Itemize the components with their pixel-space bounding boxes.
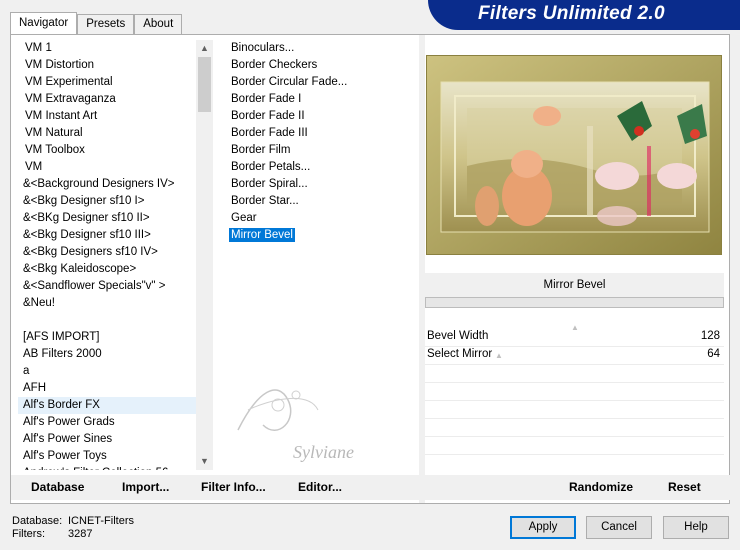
category-item[interactable]: &<Background Designers IV>	[18, 176, 196, 193]
filter-item[interactable]: Mirror Bevel	[226, 227, 416, 244]
category-item[interactable]: Alf's Power Grads	[18, 414, 196, 431]
category-item[interactable]: &<Bkg Kaleidoscope>	[18, 261, 196, 278]
category-item[interactable]: VM Experimental	[18, 74, 196, 91]
filter-item[interactable]: Border Circular Fade...	[226, 74, 416, 91]
filter-item[interactable]: Border Checkers	[226, 57, 416, 74]
progress-bar	[425, 297, 724, 308]
status-filters: Filters: 3287	[12, 528, 92, 540]
status-filters-label: Filters:	[12, 528, 45, 540]
category-item[interactable]: VM	[18, 159, 196, 176]
filter-item-label: Border Fade II	[231, 110, 305, 122]
filter-item[interactable]: Border Fade III	[226, 125, 416, 142]
selected-filter-name: Mirror Bevel	[425, 273, 724, 297]
filter-item-label: Mirror Bevel	[229, 228, 295, 242]
panel-separator	[419, 35, 425, 503]
category-item[interactable]: Andrew's Filter Collection 56	[18, 465, 196, 470]
param-divider	[425, 418, 724, 419]
filter-item-label: Border Circular Fade...	[231, 76, 348, 88]
param-label: Bevel Width	[427, 330, 489, 342]
category-item[interactable]	[18, 312, 196, 329]
category-item[interactable]: AFH	[18, 380, 196, 397]
param-divider	[425, 454, 724, 455]
scroll-down-arrow-icon[interactable]: ▼	[196, 453, 213, 470]
category-item[interactable]: VM Distortion	[18, 57, 196, 74]
category-item[interactable]: VM Extravaganza	[18, 91, 196, 108]
param-divider	[425, 382, 724, 383]
status-filters-value: 3287	[68, 528, 93, 540]
status-database-value: ICNET-Filters	[68, 515, 134, 527]
watermark-signature: Sylviane	[218, 370, 378, 470]
category-item[interactable]: Alf's Power Sines	[18, 431, 196, 448]
category-item[interactable]: VM Natural	[18, 125, 196, 142]
slider-marker-icon[interactable]: ▲	[495, 351, 503, 360]
filter-item[interactable]: Border Petals...	[226, 159, 416, 176]
category-list[interactable]: VM 1 VM Distortion VM Experimental VM Extra…	[18, 40, 196, 470]
app-title-banner: Filters Unlimited 2.0	[428, 0, 740, 30]
param-label: Select Mirror	[427, 348, 493, 360]
tab-navigator[interactable]: Navigator	[10, 12, 78, 34]
param-divider	[425, 364, 724, 365]
category-item[interactable]: [AFS IMPORT]	[18, 329, 196, 346]
filter-item[interactable]: Gear	[226, 210, 416, 227]
category-item[interactable]: a	[18, 363, 196, 380]
category-item[interactable]: &<Bkg Designer sf10 III>	[18, 227, 196, 244]
category-item[interactable]: VM 1	[18, 40, 196, 57]
filter-item-label: Border Checkers	[231, 59, 318, 71]
filter-item-label: Border Spiral...	[231, 178, 308, 190]
category-item[interactable]: &<Bkg Designers sf10 IV>	[18, 244, 196, 261]
category-item[interactable]: VM Instant Art	[18, 108, 196, 125]
randomize-button[interactable]: Randomize	[569, 475, 633, 500]
filter-preview-image	[426, 55, 722, 255]
filter-item[interactable]: Border Fade I	[226, 91, 416, 108]
filter-item[interactable]: Binoculars...	[226, 40, 416, 57]
filter-item-label: Border Star...	[231, 195, 299, 207]
filter-item-label: Binoculars...	[231, 42, 295, 54]
param-divider	[425, 400, 724, 401]
svg-text:Sylviane: Sylviane	[293, 442, 354, 462]
database-button[interactable]: Database	[31, 475, 84, 500]
param-divider	[425, 436, 724, 437]
import-button[interactable]: Import...	[122, 475, 169, 500]
slider-marker-icon[interactable]: ▲	[571, 323, 579, 332]
tab-about[interactable]: About	[134, 14, 183, 34]
filter-item-label: Border Petals...	[231, 161, 311, 173]
tab-presets[interactable]: Presets	[77, 14, 135, 34]
filter-item-label: Border Fade III	[231, 127, 308, 139]
filter-item[interactable]: Border Film	[226, 142, 416, 159]
category-item[interactable]: Alf's Power Toys	[18, 448, 196, 465]
filter-item[interactable]: Border Star...	[226, 193, 416, 210]
param-value: 64	[707, 348, 720, 360]
help-button[interactable]: Help	[663, 516, 729, 539]
filter-item-label: Border Film	[231, 144, 291, 156]
category-item[interactable]: &<BKg Designer sf10 II>	[18, 210, 196, 227]
tab-bar: Navigator Presets About	[10, 12, 183, 34]
params-bottom-bar: Randomize Reset	[425, 475, 730, 500]
scroll-thumb[interactable]	[198, 57, 211, 112]
category-item[interactable]: &<Sandflower Specials"v" >	[18, 278, 196, 295]
category-item[interactable]: &<Bkg Designer sf10 I>	[18, 193, 196, 210]
filter-item-label: Border Fade I	[231, 93, 302, 105]
param-value: 128	[700, 330, 720, 342]
category-scrollbar[interactable]: ▲ ▼	[196, 40, 213, 470]
category-item[interactable]: AB Filters 2000	[18, 346, 196, 363]
reset-button[interactable]: Reset	[668, 475, 701, 500]
editor-button[interactable]: Editor...	[298, 475, 342, 500]
apply-button[interactable]: Apply	[510, 516, 576, 539]
scroll-up-arrow-icon[interactable]: ▲	[196, 40, 213, 57]
param-bevel-width[interactable]: Bevel Width ▲ 128	[425, 323, 724, 346]
cancel-button[interactable]: Cancel	[586, 516, 652, 539]
filter-item[interactable]: Border Spiral...	[226, 176, 416, 193]
filter-item[interactable]: Border Fade II	[226, 108, 416, 125]
param-select-mirror[interactable]: Select Mirror ▲ 64	[425, 346, 724, 364]
filter-info-button[interactable]: Filter Info...	[201, 475, 266, 500]
category-item[interactable]: &Neu!	[18, 295, 196, 312]
status-database-label: Database:	[12, 515, 63, 527]
category-item[interactable]: VM Toolbox	[18, 142, 196, 159]
navigator-bottom-bar: Database Import... Filter Info... Editor…	[11, 475, 419, 500]
category-item[interactable]: Alf's Border FX	[18, 397, 196, 414]
filter-item-label: Gear	[231, 212, 257, 224]
status-database: Database: ICNET-Filters	[12, 515, 134, 527]
